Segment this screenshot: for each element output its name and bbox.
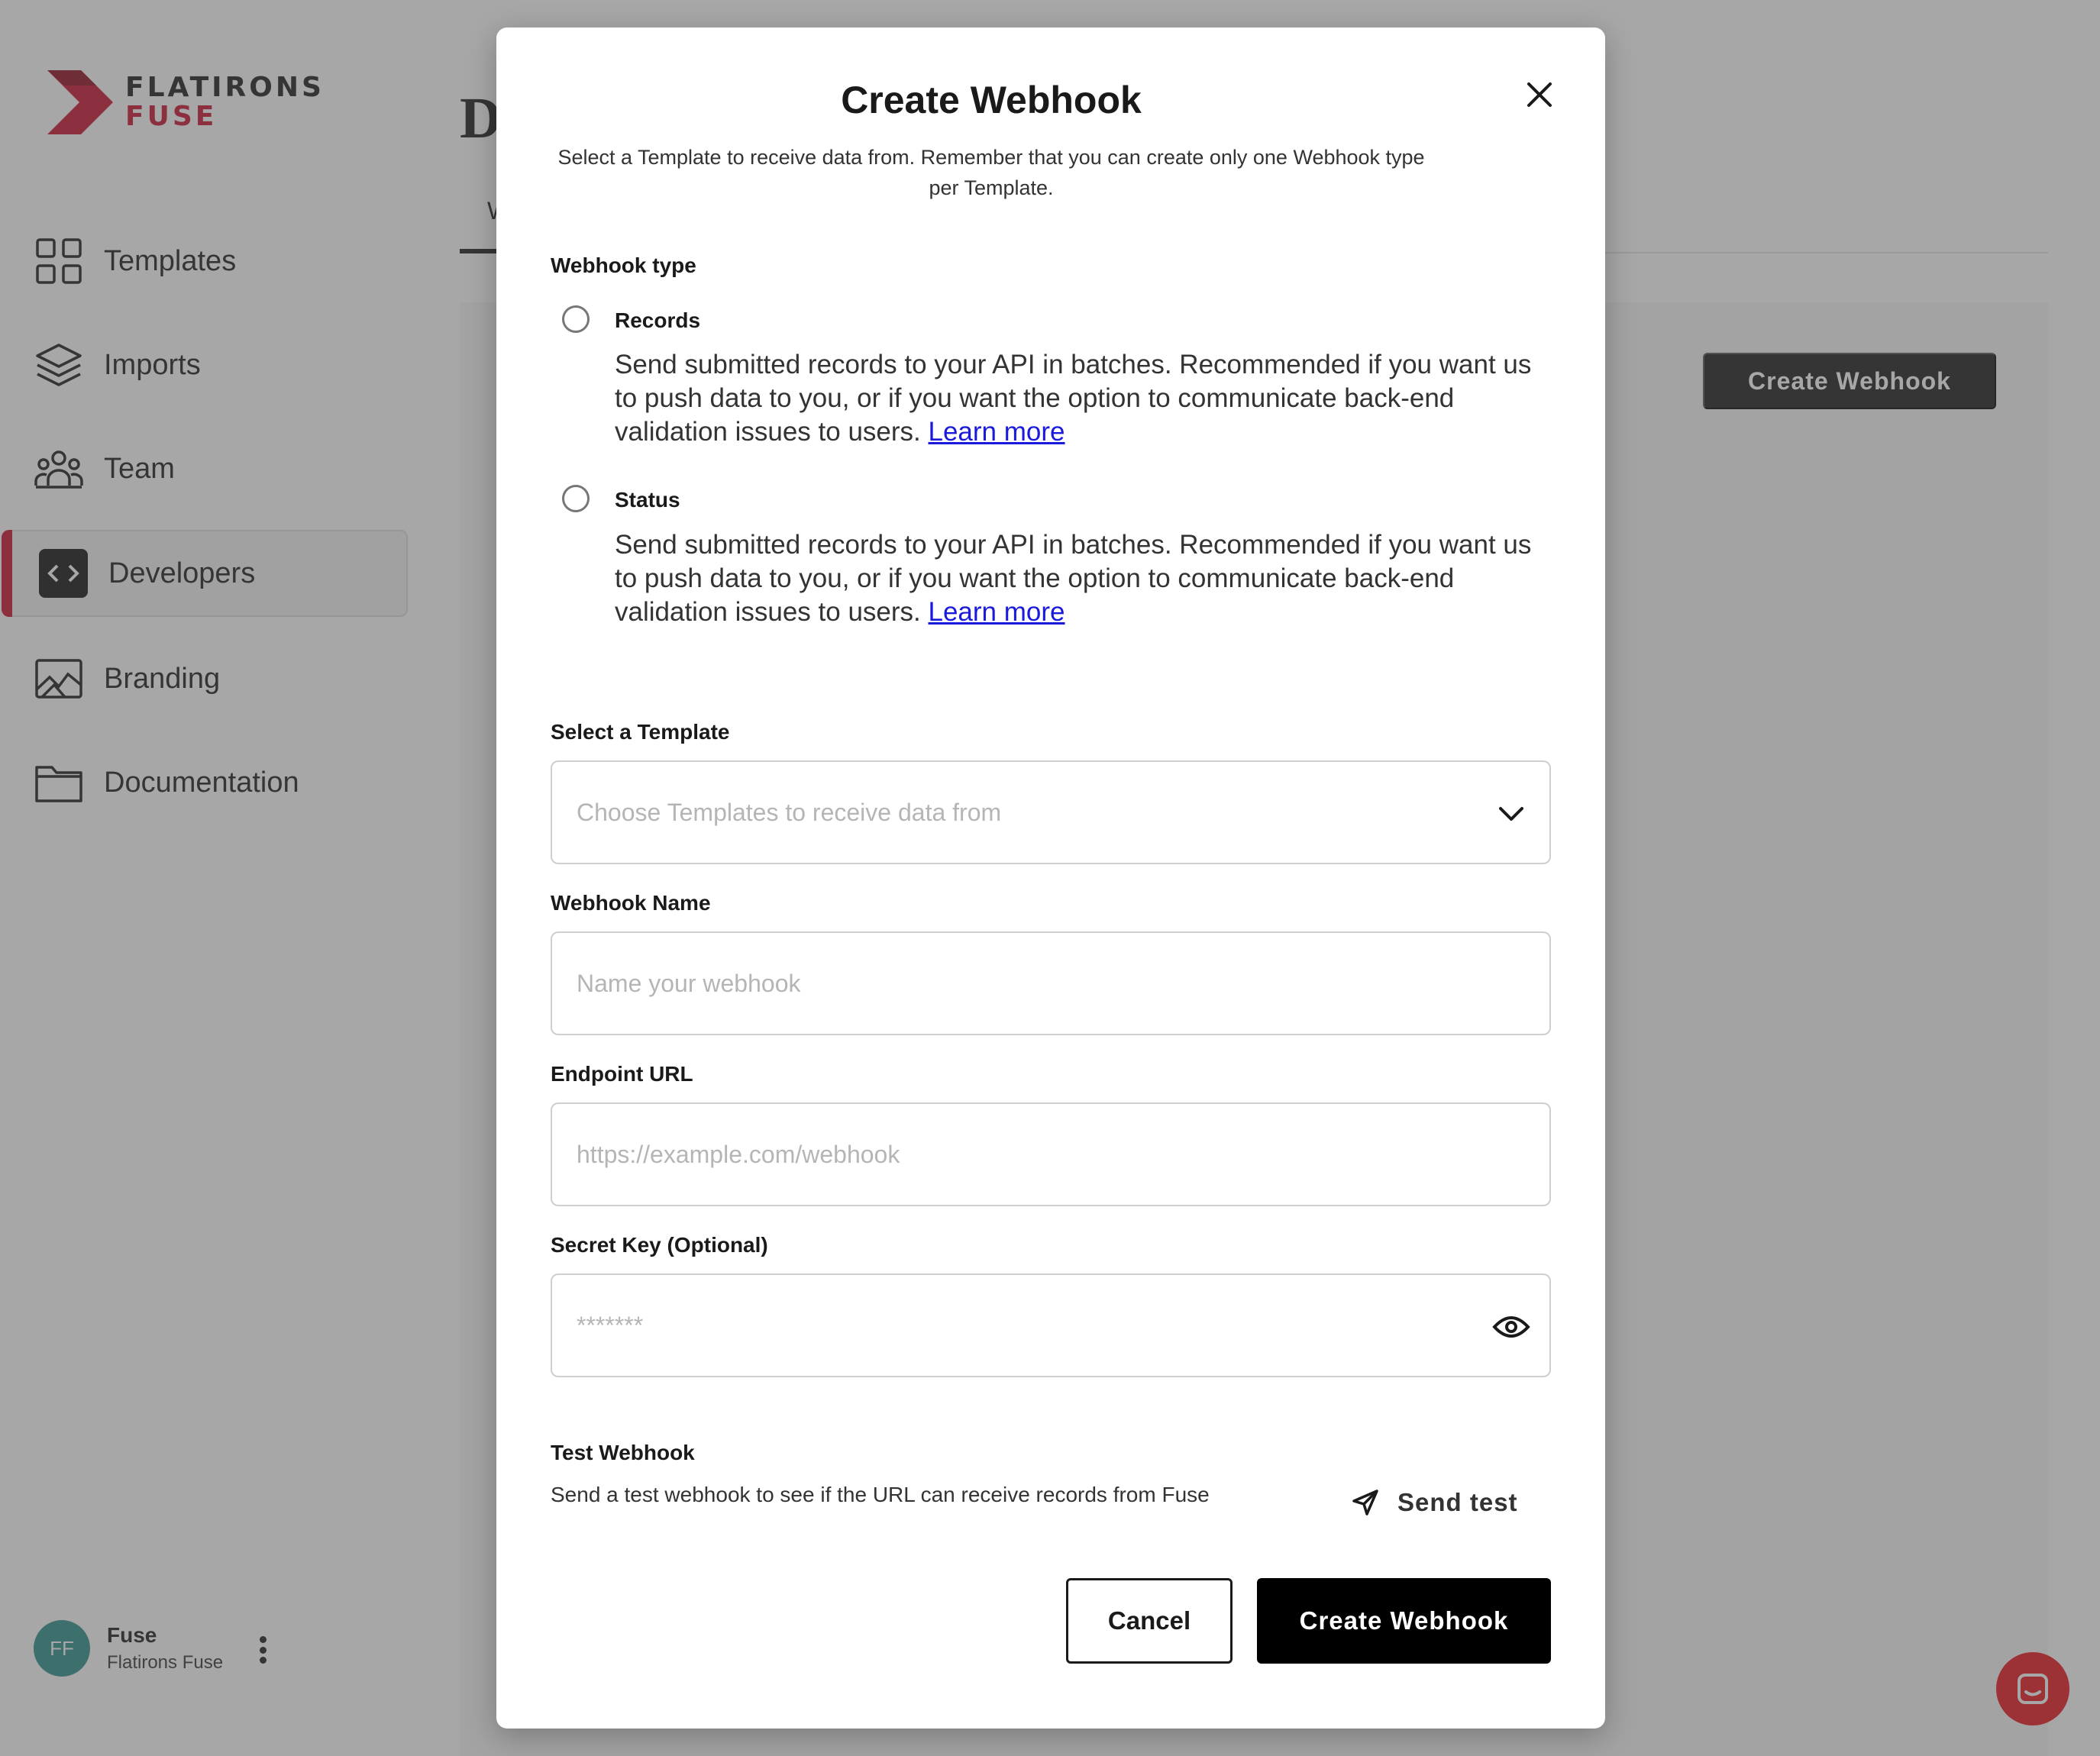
close-icon[interactable] — [1518, 73, 1561, 116]
cancel-button[interactable]: Cancel — [1066, 1578, 1233, 1664]
test-webhook-description: Send a test webhook to see if the URL ca… — [551, 1483, 1210, 1506]
send-icon — [1352, 1490, 1378, 1516]
radio-records[interactable] — [562, 305, 590, 333]
send-test-button[interactable]: Send test — [1352, 1480, 1518, 1525]
option-title-records: Records — [615, 308, 701, 332]
learn-more-link[interactable]: Learn more — [929, 417, 1065, 447]
chevron-down-icon — [1490, 792, 1533, 835]
webhook-name-field[interactable] — [551, 931, 1551, 1035]
radio-status[interactable] — [562, 485, 590, 512]
endpoint-url-input[interactable] — [577, 1140, 1462, 1169]
option-title-status: Status — [615, 488, 680, 512]
secret-key-field[interactable] — [551, 1273, 1551, 1377]
template-select-placeholder: Choose Templates to receive data from — [577, 798, 1002, 826]
send-test-label: Send test — [1397, 1488, 1518, 1516]
eye-icon[interactable] — [1490, 1306, 1533, 1348]
create-webhook-button[interactable]: Create Webhook — [1257, 1578, 1551, 1664]
webhook-name-label: Webhook Name — [551, 891, 711, 915]
secret-key-input[interactable] — [577, 1311, 1462, 1340]
option-description-records: Send submitted records to your API in ba… — [615, 350, 1532, 447]
template-select[interactable]: Choose Templates to receive data from — [551, 760, 1551, 864]
endpoint-url-field[interactable] — [551, 1102, 1551, 1206]
template-label: Select a Template — [551, 720, 730, 744]
endpoint-url-label: Endpoint URL — [551, 1062, 693, 1086]
dialog-title: Create Webhook — [841, 79, 1142, 121]
webhook-name-input[interactable] — [577, 969, 1462, 998]
webhook-type-label: Webhook type — [551, 253, 696, 277]
secret-key-label: Secret Key (Optional) — [551, 1233, 768, 1257]
option-description-status: Send submitted records to your API in ba… — [615, 530, 1532, 627]
learn-more-link[interactable]: Learn more — [929, 597, 1065, 627]
dialog-subtitle: Select a Template to receive data from. … — [557, 146, 1425, 199]
create-webhook-dialog: Create Webhook Select a Template to rece… — [496, 27, 1605, 1729]
test-webhook-label: Test Webhook — [551, 1441, 695, 1464]
